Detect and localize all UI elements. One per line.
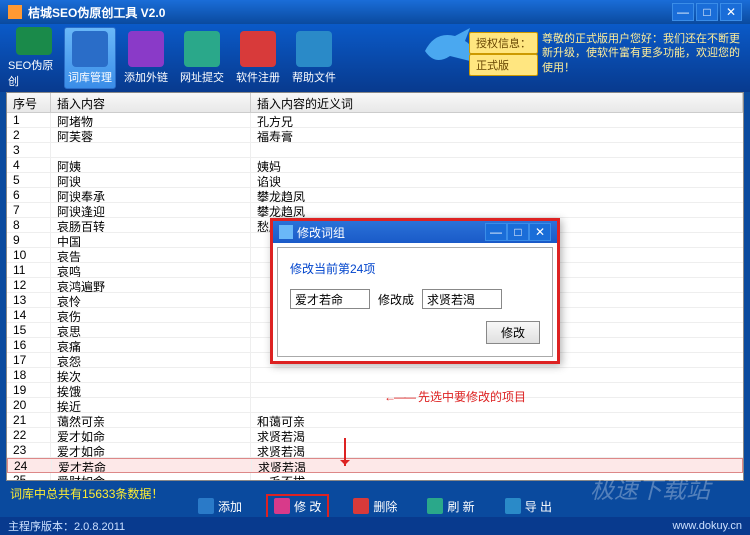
btm-icon-3 xyxy=(427,498,443,514)
table-row[interactable]: 3 xyxy=(7,143,743,158)
bottom-toolbar: 添加修 改删除刷 新导 出 xyxy=(0,495,750,517)
maximize-button[interactable]: □ xyxy=(696,3,718,21)
title-text: 桔城SEO伪原创工具 V2.0 xyxy=(28,4,672,21)
tool-icon-1 xyxy=(72,31,108,67)
modify-button[interactable]: 修改 xyxy=(486,321,540,344)
tool-label-1: 词库管理 xyxy=(68,69,112,85)
table-row[interactable]: 1阿堵物孔方兄 xyxy=(7,113,743,128)
minimize-button[interactable]: — xyxy=(672,3,694,21)
tool-icon-5 xyxy=(296,31,332,67)
statusbar: 主程序版本：2.0.8.2011 www.dokuy.cn xyxy=(0,517,750,535)
table-row[interactable]: 25爱财如命一毛不拔 xyxy=(7,473,743,480)
tool-3[interactable]: 网址提交 xyxy=(176,27,228,89)
tool-icon-4 xyxy=(240,31,276,67)
table-row[interactable]: 6阿谀奉承攀龙趋凤 xyxy=(7,188,743,203)
edit-dialog: 修改词组 — □ ✕ 修改当前第24项 修改成 修改 xyxy=(270,218,560,364)
dialog-maximize[interactable]: □ xyxy=(507,223,529,241)
tool-icon-0 xyxy=(16,27,52,55)
tool-icon-3 xyxy=(184,31,220,67)
original-input[interactable] xyxy=(290,289,370,309)
dialog-titlebar[interactable]: 修改词组 — □ ✕ xyxy=(273,221,557,243)
table-row[interactable]: 24爱才若命求贤若渴 xyxy=(7,458,743,473)
tool-5[interactable]: 帮助文件 xyxy=(288,27,340,89)
tool-label-2: 添加外链 xyxy=(124,69,168,85)
bottom-btn-3[interactable]: 刷 新 xyxy=(421,496,480,517)
close-button[interactable]: ✕ xyxy=(720,3,742,21)
bottom-btn-0[interactable]: 添加 xyxy=(192,496,248,517)
table-row[interactable]: 4阿姨姨妈 xyxy=(7,158,743,173)
dialog-title: 修改词组 xyxy=(297,224,485,241)
auth-message: 尊敬的正式版用户您好：我们还在不断更新升级，使软件富有更多功能，欢迎您的使用！ xyxy=(542,32,742,75)
dialog-message: 修改当前第24项 xyxy=(290,260,540,277)
table-row[interactable]: 7阿谀逢迎攀龙趋凤 xyxy=(7,203,743,218)
tool-1[interactable]: 词库管理 xyxy=(64,27,116,89)
dialog-close[interactable]: ✕ xyxy=(529,223,551,241)
auth-version: 正式版 xyxy=(469,54,538,76)
tool-icon-2 xyxy=(128,31,164,67)
annotation-select-first: 先选中要修改的项目 xyxy=(384,388,526,405)
table-row[interactable]: 2阿芙蓉福寿膏 xyxy=(7,128,743,143)
table-row[interactable]: 5阿谀谄谀 xyxy=(7,173,743,188)
tool-label-0: SEO伪原创 xyxy=(8,57,60,89)
tool-label-3: 网址提交 xyxy=(180,69,224,85)
auth-info: 授权信息： 正式版 尊敬的正式版用户您好：我们还在不断更新升级，使软件富有更多功… xyxy=(469,32,742,76)
table-header: 序号 插入内容 插入内容的近义词 xyxy=(7,93,743,113)
table-row[interactable]: 18挨次 xyxy=(7,368,743,383)
url-text: www.dokuy.cn xyxy=(673,520,743,532)
col-synonym[interactable]: 插入内容的近义词 xyxy=(251,93,743,112)
bottom-btn-4[interactable]: 导 出 xyxy=(499,496,558,517)
modify-label: 修改成 xyxy=(378,291,414,308)
tool-label-5: 帮助文件 xyxy=(292,69,336,85)
tool-label-4: 软件注册 xyxy=(236,69,280,85)
auth-label: 授权信息： xyxy=(469,32,538,54)
btm-icon-4 xyxy=(505,498,521,514)
table-row[interactable]: 21蔼然可亲和蔼可亲 xyxy=(7,413,743,428)
bottom-btn-1[interactable]: 修 改 xyxy=(266,494,329,519)
annotation-arrow-down xyxy=(344,438,346,466)
btm-icon-2 xyxy=(353,498,369,514)
target-input[interactable] xyxy=(422,289,502,309)
btm-icon-0 xyxy=(198,498,214,514)
titlebar: 桔城SEO伪原创工具 V2.0 — □ ✕ xyxy=(0,0,750,24)
tool-0[interactable]: SEO伪原创 xyxy=(8,27,60,89)
table-row[interactable]: 22爱才如命求贤若渴 xyxy=(7,428,743,443)
dialog-minimize[interactable]: — xyxy=(485,223,507,241)
col-seq[interactable]: 序号 xyxy=(7,93,51,112)
btm-icon-1 xyxy=(274,498,290,514)
main-toolbar: SEO伪原创词库管理添加外链网址提交软件注册帮助文件 授权信息： 正式版 尊敬的… xyxy=(0,24,750,92)
tool-4[interactable]: 软件注册 xyxy=(232,27,284,89)
table-row[interactable]: 19挨饿 xyxy=(7,383,743,398)
bottom-btn-2[interactable]: 删除 xyxy=(347,496,403,517)
col-content[interactable]: 插入内容 xyxy=(51,93,251,112)
table-row[interactable]: 20挨近 xyxy=(7,398,743,413)
version-text: 主程序版本：2.0.8.2011 xyxy=(8,518,125,534)
app-icon xyxy=(8,5,22,19)
table-row[interactable]: 23爱才如命求贤若渴 xyxy=(7,443,743,458)
dialog-icon xyxy=(279,225,293,239)
tool-2[interactable]: 添加外链 xyxy=(120,27,172,89)
